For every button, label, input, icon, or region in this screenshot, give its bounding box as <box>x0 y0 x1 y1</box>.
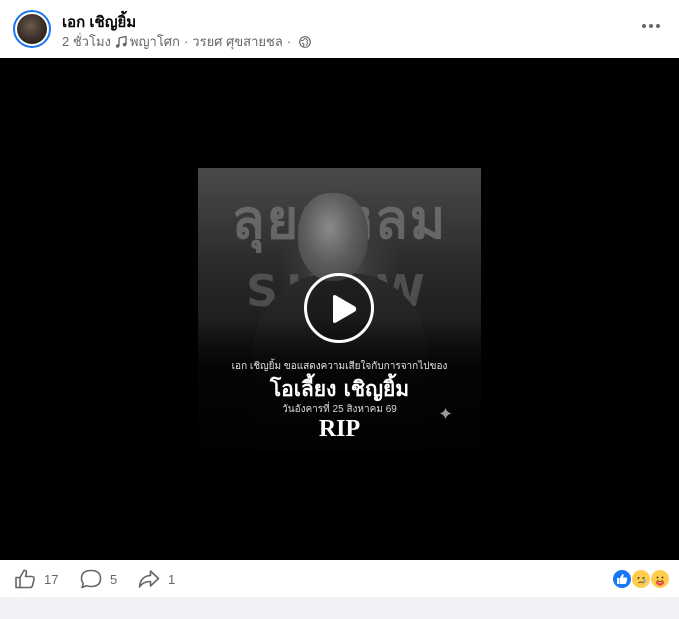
more-dot <box>649 24 653 28</box>
post-meta: 2 ชั่วโมง พญาโศก · วรยศ ศุขสายชล · <box>62 31 312 52</box>
share-count: 1 <box>168 571 176 587</box>
comment-count: 5 <box>110 571 118 587</box>
comment-icon <box>80 569 102 589</box>
care-reaction-icon <box>650 569 670 589</box>
like-thumb-icon <box>617 573 628 584</box>
like-button[interactable]: 17 <box>14 569 58 589</box>
like-count: 17 <box>44 571 59 587</box>
sad-face-icon <box>633 571 649 587</box>
play-button[interactable] <box>304 273 374 343</box>
care-face-icon <box>652 571 668 587</box>
sparkle-icon: ✦ <box>438 404 454 424</box>
more-options-button[interactable] <box>636 14 666 38</box>
post-header: เอก เชิญยิ้ม 2 ชั่วโมง พญาโศก · วรยศ ศุข… <box>0 0 679 58</box>
music-artist[interactable]: วรยศ ศุขสายชล <box>192 31 283 52</box>
post-time[interactable]: 2 ชั่วโมง <box>62 31 111 52</box>
like-reaction-icon <box>612 569 632 589</box>
avatar[interactable] <box>13 10 51 48</box>
music-title[interactable]: พญาโศก <box>130 31 180 52</box>
thumbs-up-icon <box>15 569 35 589</box>
comment-button[interactable]: 5 <box>80 569 117 589</box>
sad-reaction-icon <box>631 569 651 589</box>
more-dot <box>656 24 660 28</box>
meta-separator: · <box>286 34 292 49</box>
more-horizontal-icon <box>642 24 646 28</box>
portrait-face <box>298 193 368 281</box>
globe-icon[interactable] <box>299 35 312 48</box>
share-icon <box>138 570 160 588</box>
play-icon <box>333 295 357 323</box>
share-button[interactable]: 1 <box>138 569 175 589</box>
music-note-icon <box>115 35 127 48</box>
post-card: เอก เชิญยิ้ม 2 ชั่วโมง พญาโศก · วรยศ ศุข… <box>0 0 679 606</box>
meta-separator: · <box>183 34 189 49</box>
tribute-line: เอก เชิญยิ้ม ขอแสดงความเสียใจกับการจากไป… <box>231 361 448 372</box>
post-actions: 17 5 1 <box>0 560 679 597</box>
reaction-summary[interactable] <box>612 569 670 589</box>
avatar-photo <box>17 14 47 44</box>
